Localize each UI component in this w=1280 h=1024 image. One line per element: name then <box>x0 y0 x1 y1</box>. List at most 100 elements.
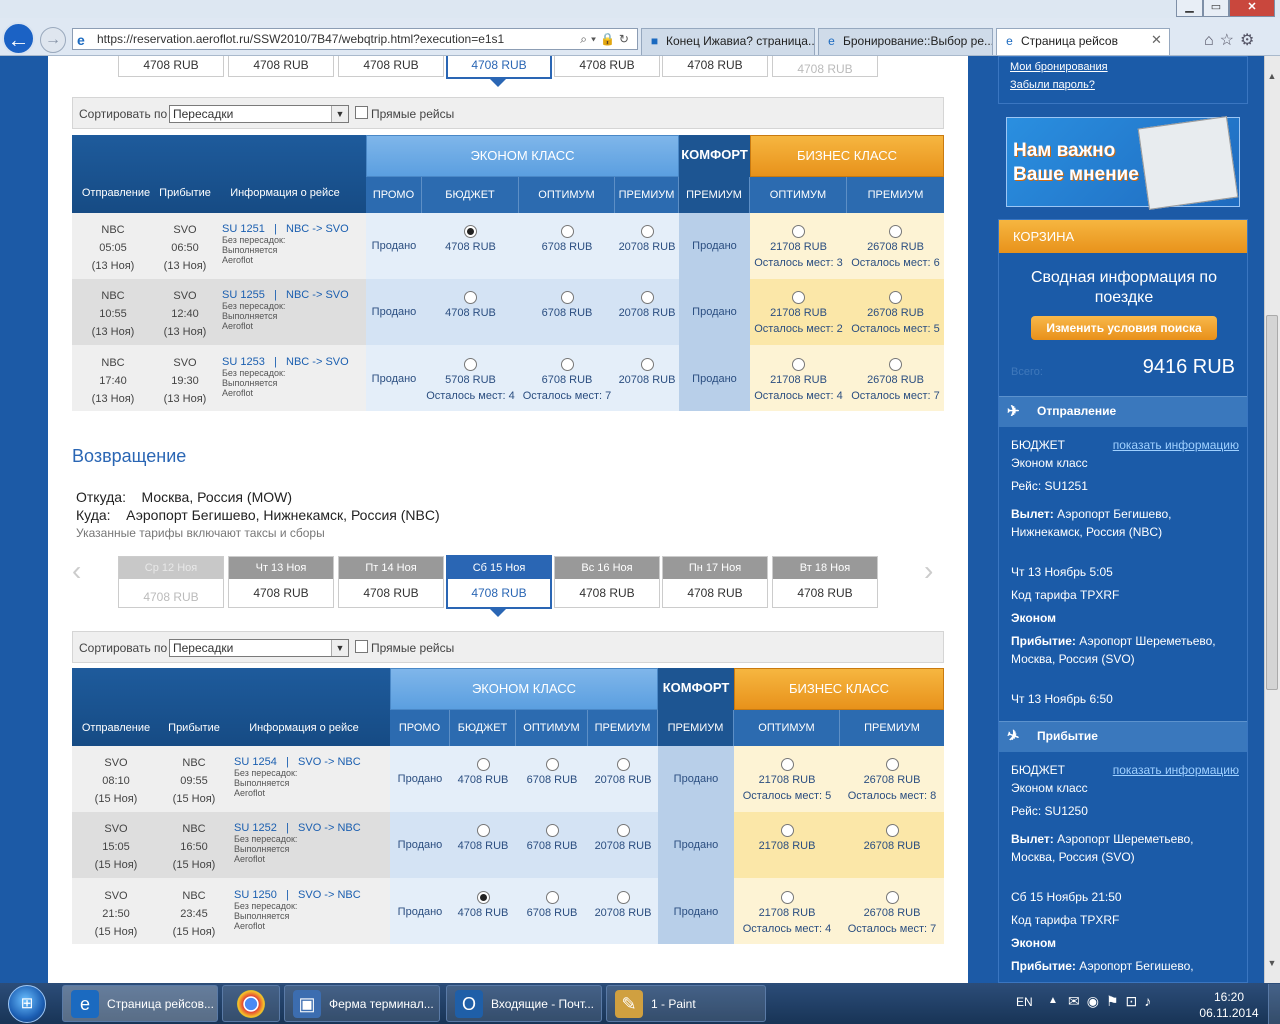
fare-radio[interactable] <box>780 824 794 837</box>
flight-number-link[interactable]: SU 1252 <box>234 822 277 834</box>
fare-business-premium[interactable]: 26708 RUB <box>840 824 944 852</box>
fare-radio[interactable] <box>889 225 902 238</box>
fare-business-optimum[interactable]: 21708 RUB Осталось мест: 4 <box>734 891 840 935</box>
table-row[interactable]: SVO 15:05 (15 Ноя) <box>76 820 156 874</box>
direct-flights-checkbox[interactable] <box>355 106 368 119</box>
fare-radio[interactable] <box>476 758 490 771</box>
fare-business-premium[interactable]: 26708 RUB Осталось мест: 7 <box>840 891 944 935</box>
tab-flights-page[interactable]: e Страница рейсов <box>996 28 1170 55</box>
scroll-down-icon[interactable]: ▼ <box>1264 955 1280 971</box>
fare-premium[interactable]: 20708 RUB <box>615 225 679 253</box>
fare-premium[interactable]: 20708 RUB <box>588 891 658 919</box>
flight-number-link[interactable]: SU 1251 <box>222 223 265 235</box>
fare-radio[interactable] <box>640 225 654 238</box>
tab-booking[interactable]: e Бронирование::Выбор ре... <box>818 28 993 55</box>
fare-optimum[interactable]: 6708 RUB <box>519 291 615 319</box>
fare-radio[interactable] <box>885 891 899 904</box>
fare-budget[interactable]: 4708 RUB <box>450 891 516 919</box>
home-favorites-tools-icon[interactable]: ⌂☆⚙ <box>1204 30 1260 50</box>
table-row[interactable]: SVO 08:10 (15 Ноя) <box>76 754 156 808</box>
tab-izhavia[interactable]: ■ Конец Ижавиа? страница... <box>641 28 815 55</box>
fare-business-optimum[interactable]: 21708 RUB Осталось мест: 5 <box>734 758 840 802</box>
fare-premium[interactable]: 20708 RUB <box>588 824 658 852</box>
fare-budget[interactable]: 5708 RUB Осталось мест: 4 <box>422 358 519 402</box>
scrollbar-thumb[interactable] <box>1266 315 1278 690</box>
route-link[interactable]: SVO -> NBC <box>298 889 361 901</box>
forward-arrow-icon[interactable]: → <box>40 27 66 53</box>
fare-radio[interactable] <box>792 358 805 371</box>
table-row[interactable]: SVO 21:50 (15 Ноя) <box>76 887 156 941</box>
fare-radio[interactable] <box>476 891 490 904</box>
fare-radio[interactable] <box>640 291 654 304</box>
clock-date[interactable]: 06.11.2014 <box>1196 1006 1262 1020</box>
language-indicator[interactable]: EN <box>1016 995 1033 1009</box>
arrival-section-header[interactable]: ✈ Прибытие <box>999 721 1247 752</box>
minimize-button[interactable]: ▁ <box>1176 0 1203 17</box>
fare-radio[interactable] <box>545 824 559 837</box>
date-price-cell[interactable]: 4708 RUB <box>118 56 224 77</box>
fare-radio[interactable] <box>885 824 899 837</box>
date-price-cell[interactable]: 4708 RUB <box>554 56 660 77</box>
fare-radio[interactable] <box>616 824 630 837</box>
fare-radio[interactable] <box>545 758 559 771</box>
back-arrow-icon[interactable]: ← <box>2 22 35 55</box>
fare-radio[interactable] <box>640 358 654 371</box>
my-bookings-link[interactable]: Мои бронирования <box>1010 61 1108 73</box>
tray-expand-icon[interactable]: ▲ <box>1048 995 1058 1006</box>
clock-time[interactable]: 16:20 <box>1196 990 1262 1004</box>
flight-number-link[interactable]: SU 1253 <box>222 356 265 368</box>
fare-radio[interactable] <box>792 291 805 304</box>
date-cell[interactable]: Вт 18 Ноя 4708 RUB <box>772 556 878 608</box>
fare-budget[interactable]: 4708 RUB <box>422 225 519 253</box>
date-price-cell-selected[interactable]: 4708 RUB <box>446 56 552 79</box>
route-link[interactable]: NBC -> SVO <box>286 356 349 368</box>
forgot-password-link[interactable]: Забыли пароль? <box>1010 79 1095 91</box>
close-tab-icon[interactable]: ✕ <box>1151 32 1162 48</box>
feedback-banner[interactable]: Нам важно Ваше мнение <box>1006 116 1240 210</box>
fare-optimum[interactable]: 6708 RUB <box>516 824 588 852</box>
address-tools-icon[interactable]: ⌕▾🔒↻ <box>580 32 633 47</box>
close-window-button[interactable]: ✕ <box>1229 0 1275 17</box>
fare-business-optimum[interactable]: 21708 RUB Осталось мест: 2 <box>750 291 847 335</box>
date-price-cell[interactable]: 4708 RUB <box>228 56 334 77</box>
fare-budget[interactable]: 4708 RUB <box>450 824 516 852</box>
change-search-button[interactable]: Изменить условия поиска <box>1031 316 1217 340</box>
date-cell[interactable]: Чт 13 Ноя 4708 RUB <box>228 556 334 608</box>
show-info-link[interactable]: показать информацию <box>1113 436 1239 454</box>
taskbar-item-chrome[interactable] <box>222 985 280 1022</box>
start-button[interactable]: ⊞ <box>2 983 52 1024</box>
taskbar-item-outlook[interactable]: O Входящие - Почт... <box>446 985 602 1022</box>
address-bar[interactable]: e https://reservation.aeroflot.ru/SSW201… <box>72 28 638 50</box>
table-row[interactable]: NBC 05:05 (13 Ноя) <box>76 221 150 275</box>
flight-number-link[interactable]: SU 1255 <box>222 289 265 301</box>
fare-radio[interactable] <box>464 358 477 371</box>
table-row[interactable]: NBC 17:40 (13 Ноя) <box>76 354 150 408</box>
date-price-cell[interactable]: 4708 RUB <box>338 56 444 77</box>
taskbar-item-paint[interactable]: ✎ 1 - Paint <box>606 985 766 1022</box>
flight-number-link[interactable]: SU 1254 <box>234 756 277 768</box>
taskbar-item-farm-terminal[interactable]: ▣ Ферма терминал... <box>284 985 440 1022</box>
fare-premium[interactable]: 20708 RUB <box>615 358 679 386</box>
fare-premium[interactable]: 20708 RUB <box>588 758 658 786</box>
maximize-button[interactable]: ▭ <box>1203 0 1229 17</box>
show-info-link[interactable]: показать информацию <box>1113 761 1239 779</box>
show-desktop-button[interactable] <box>1268 984 1280 1024</box>
fare-radio[interactable] <box>780 758 794 771</box>
fare-radio[interactable] <box>476 824 490 837</box>
fare-radio[interactable] <box>560 291 574 304</box>
fare-radio[interactable] <box>464 225 477 238</box>
route-link[interactable]: NBC -> SVO <box>286 223 349 235</box>
fare-radio[interactable] <box>464 291 477 304</box>
fare-optimum[interactable]: 6708 RUB <box>516 891 588 919</box>
date-price-cell[interactable]: 4708 RUB <box>662 56 768 77</box>
date-cell-selected[interactable]: Сб 15 Ноя 4708 RUB <box>446 555 552 609</box>
fare-optimum[interactable]: 6708 RUB <box>519 225 615 253</box>
route-link[interactable]: NBC -> SVO <box>286 289 349 301</box>
taskbar-item-ie[interactable]: e Страница рейсов... <box>62 985 218 1022</box>
date-cell[interactable]: Пн 17 Ноя 4708 RUB <box>662 556 768 608</box>
fare-budget[interactable]: 4708 RUB <box>422 291 519 319</box>
fare-radio[interactable] <box>889 358 902 371</box>
fare-business-premium[interactable]: 26708 RUB Осталось мест: 6 <box>847 225 944 269</box>
flight-number-link[interactable]: SU 1250 <box>234 889 277 901</box>
departure-section-header[interactable]: ✈ Отправление <box>999 396 1247 427</box>
